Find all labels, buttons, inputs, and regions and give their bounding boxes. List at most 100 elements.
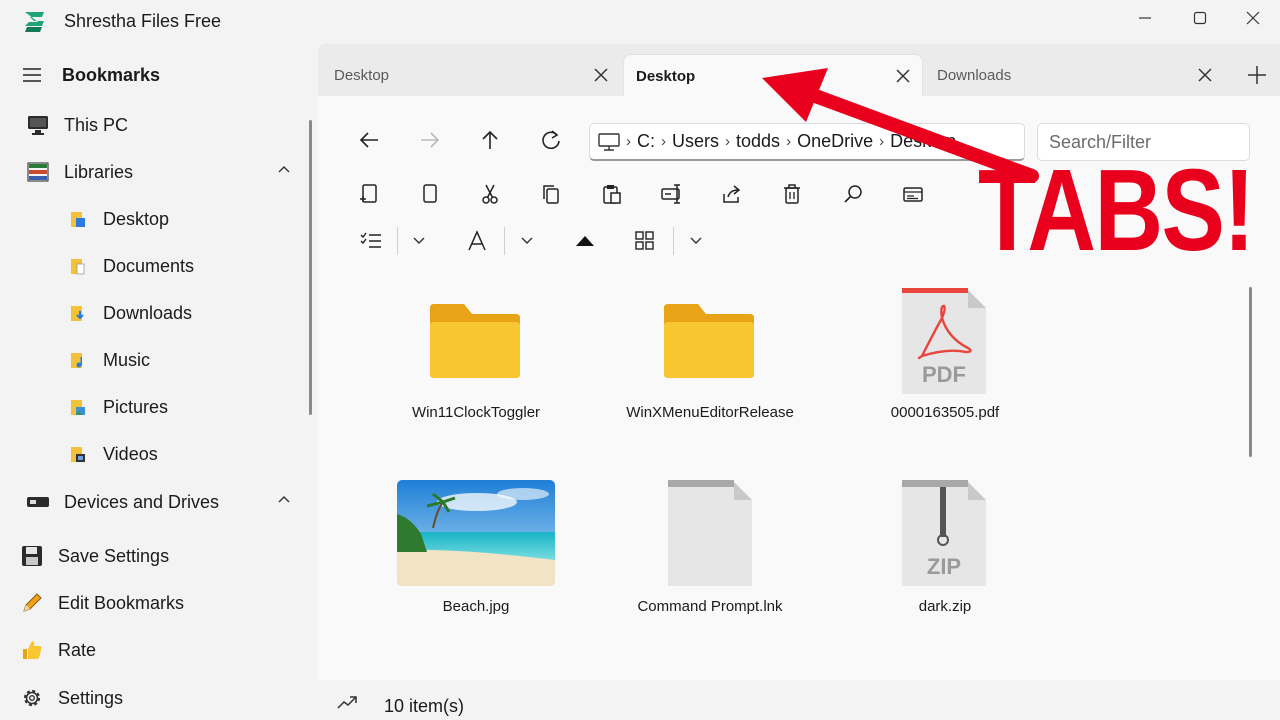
content-scrollbar[interactable] — [1249, 287, 1252, 457]
tab-label: Desktop — [636, 67, 696, 85]
sidebar-item-libraries[interactable]: Libraries — [0, 150, 305, 194]
view-mode-button[interactable] — [627, 223, 663, 259]
sidebar-item-downloads[interactable]: Downloads — [0, 291, 305, 335]
sidebar-item-edit-bookmarks[interactable]: Edit Bookmarks — [0, 581, 305, 625]
select-options-dropdown[interactable] — [401, 223, 437, 259]
sidebar-item-videos[interactable]: Videos — [0, 432, 305, 476]
file-name: Beach.jpg — [442, 598, 510, 615]
sidebar-item-save-settings[interactable]: Save Settings — [0, 534, 305, 578]
maximize-button[interactable] — [1175, 0, 1225, 36]
thumbs-up-icon — [12, 639, 52, 661]
file-name: 0000163505.pdf — [890, 404, 1000, 421]
cut-button[interactable] — [472, 176, 508, 212]
close-window-button[interactable] — [1228, 0, 1278, 36]
refresh-button[interactable] — [533, 122, 569, 158]
view-options-dropdown[interactable] — [678, 223, 714, 259]
chevron-right-icon: › — [725, 133, 731, 150]
arrow-left-icon — [359, 132, 378, 148]
sidebar-menu-toggle[interactable]: Bookmarks — [0, 53, 305, 97]
chevron-down-icon — [521, 237, 533, 244]
chevron-right-icon: › — [626, 133, 631, 150]
new-file-button[interactable] — [412, 176, 448, 212]
breadcrumb-segment[interactable]: C: — [637, 131, 655, 152]
file-item-folder[interactable]: WinXMenuEditorRelease — [600, 290, 820, 440]
generic-file-icon — [668, 480, 752, 586]
item-count: 10 item(s) — [384, 696, 465, 716]
refresh-icon — [542, 130, 560, 150]
breadcrumb-segment[interactable]: Users — [672, 131, 719, 152]
file-item-zip[interactable]: ZIP dark.zip — [835, 480, 1055, 630]
sidebar-item-label: Save Settings — [58, 545, 170, 566]
sidebar-item-label: Videos — [103, 443, 158, 464]
arrow-right-icon — [421, 132, 440, 148]
trend-arrow-icon — [336, 694, 358, 710]
file-name: dark.zip — [918, 598, 972, 615]
font-a-icon — [468, 230, 486, 251]
sidebar-scrollbar[interactable] — [309, 120, 312, 415]
chevron-up-icon[interactable] — [277, 164, 291, 174]
select-mode-button[interactable] — [353, 223, 389, 259]
close-icon[interactable] — [592, 66, 610, 84]
gear-icon — [12, 687, 52, 709]
tab-label: Desktop — [334, 66, 390, 84]
file-type-badge: ZIP — [926, 554, 962, 579]
app-title: Shrestha Files Free — [64, 11, 222, 31]
file-name: Command Prompt.lnk — [637, 598, 783, 615]
sidebar-item-label: Devices and Drives — [64, 491, 220, 512]
triangle-up-icon — [576, 236, 594, 246]
file-item-folder[interactable]: Win11ClockToggler — [366, 290, 586, 440]
sidebar-item-settings[interactable]: Settings — [0, 676, 305, 720]
sort-direction-button[interactable] — [567, 223, 603, 259]
copy-icon — [543, 185, 559, 204]
copy-button[interactable] — [533, 176, 569, 212]
chevron-down-icon — [690, 237, 702, 244]
minimize-button[interactable] — [1120, 0, 1170, 36]
chevron-up-icon[interactable] — [277, 494, 291, 504]
image-thumbnail — [397, 480, 555, 586]
back-button[interactable] — [351, 122, 387, 158]
downloads-folder-icon — [68, 304, 88, 322]
file-name: WinXMenuEditorRelease — [626, 404, 794, 421]
sidebar-item-label: This PC — [64, 114, 129, 135]
new-tab-button[interactable] — [1244, 62, 1270, 88]
sidebar-item-devices[interactable]: Devices and Drives — [0, 480, 305, 524]
sidebar-item-documents[interactable]: Documents — [0, 244, 305, 288]
drive-icon — [18, 495, 58, 509]
documents-folder-icon — [68, 257, 88, 275]
pencil-icon — [12, 592, 52, 614]
file-item-image[interactable]: Beach.jpg — [366, 480, 586, 630]
hamburger-icon — [12, 67, 52, 83]
chevron-right-icon: › — [661, 133, 666, 150]
sidebar-item-label: Music — [103, 349, 151, 370]
sort-by-name-button[interactable] — [459, 223, 495, 259]
tab-desktop-1[interactable]: Desktop — [320, 54, 620, 96]
sort-options-dropdown[interactable] — [509, 223, 545, 259]
monitor-icon — [18, 114, 58, 136]
toolbar-divider — [504, 227, 505, 255]
folder-icon — [428, 302, 522, 380]
computer-icon — [598, 132, 620, 152]
sidebar-item-pictures[interactable]: Pictures — [0, 385, 305, 429]
sidebar-item-label: Edit Bookmarks — [58, 592, 185, 613]
new-item-button[interactable] — [351, 176, 387, 212]
up-button[interactable] — [472, 122, 508, 158]
music-folder-icon — [68, 351, 88, 369]
sidebar-item-label: Documents — [103, 255, 195, 276]
rename-button[interactable] — [654, 176, 690, 212]
close-icon[interactable] — [1196, 66, 1214, 84]
file-item-shortcut[interactable]: Command Prompt.lnk — [600, 480, 820, 630]
sidebar-item-music[interactable]: Music — [0, 338, 305, 382]
sidebar-item-rate[interactable]: Rate — [0, 628, 305, 672]
sidebar-item-desktop[interactable]: Desktop — [0, 197, 305, 241]
annotation-text: TABS! — [978, 145, 1255, 275]
sidebar-item-label: Desktop — [103, 208, 170, 229]
sidebar-item-this-pc[interactable]: This PC — [0, 103, 305, 147]
file-item-pdf[interactable]: PDF 0000163505.pdf — [835, 288, 1055, 438]
forward-button[interactable] — [412, 122, 448, 158]
sidebar-item-label: Rate — [58, 639, 97, 660]
clipboard-icon — [603, 185, 621, 204]
paste-button[interactable] — [594, 176, 630, 212]
new-item-icon — [360, 184, 377, 203]
file-name: Win11ClockToggler — [411, 404, 541, 421]
rename-icon — [661, 184, 680, 204]
